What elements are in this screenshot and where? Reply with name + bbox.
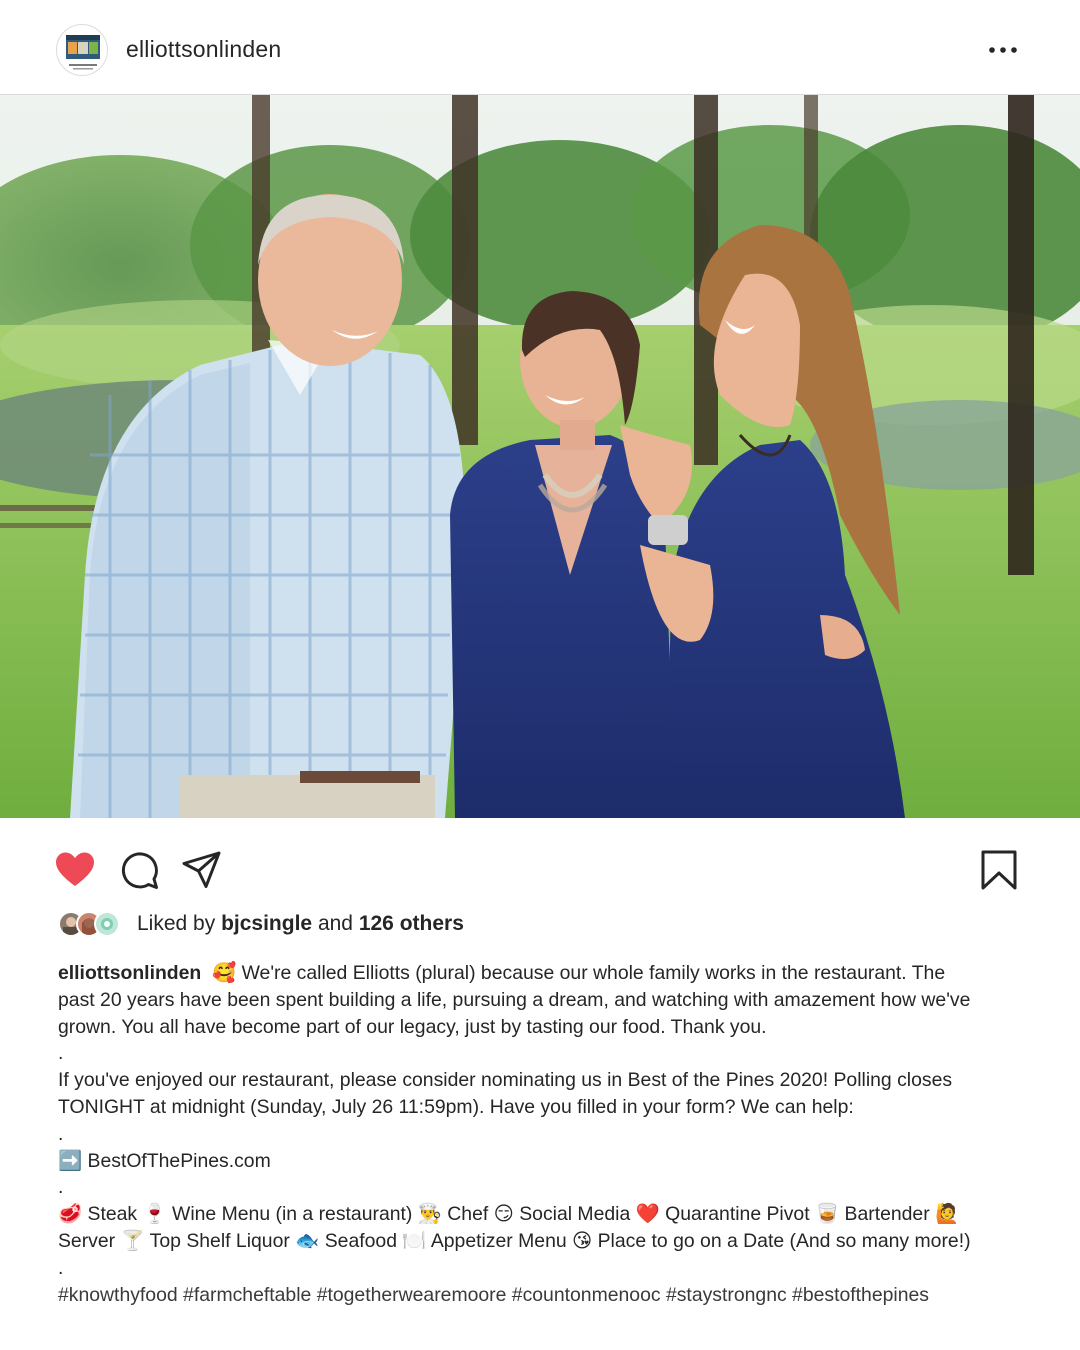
save-button[interactable]: [977, 848, 1021, 892]
more-options-icon[interactable]: [984, 30, 1024, 70]
profile-avatar[interactable]: [56, 24, 108, 76]
likes-summary: Liked by bjcsingle and 126 others: [58, 908, 958, 940]
post-photo[interactable]: [0, 95, 1080, 818]
likes-count[interactable]: 126 others: [359, 912, 464, 935]
likes-prefix: Liked by: [137, 912, 216, 935]
share-button[interactable]: [180, 848, 224, 892]
like-button[interactable]: [53, 848, 97, 892]
caption-line: If you've enjoyed our restaurant, please…: [58, 1069, 953, 1092]
caption-line: 🥩 Steak 🍷 Wine Menu (in a restaurant) 👨‍…: [58, 1203, 960, 1226]
caption-line: TONIGHT at midnight (Sunday, July 26 11:…: [58, 1095, 854, 1118]
header-username[interactable]: elliottsonlinden: [126, 36, 281, 63]
bookmark-icon: [981, 850, 1017, 890]
caption-line: .: [58, 1176, 64, 1199]
likes-user[interactable]: bjcsingle: [221, 912, 312, 935]
post-header: elliottsonlinden: [0, 0, 1080, 95]
avatar-logo-icon: [58, 26, 107, 75]
likes-text[interactable]: Liked by bjcsingle and 126 others: [137, 912, 464, 936]
post-caption: elliottsonlinden 🥰 We're called Elliotts…: [58, 960, 1028, 1308]
comment-icon: [121, 852, 158, 889]
heart-icon: [56, 852, 94, 886]
liker-avatar[interactable]: [94, 911, 120, 937]
caption-line: .: [58, 1042, 64, 1065]
share-icon: [182, 851, 221, 888]
caption-line: Server 🍸 Top Shelf Liquor 🐟 Seafood 🍽️ A…: [58, 1229, 971, 1252]
comment-button[interactable]: [117, 848, 161, 892]
caption-link[interactable]: ➡️ BestOfThePines.com: [58, 1148, 1028, 1175]
caption-line: past 20 years have been spent building a…: [58, 988, 971, 1011]
family-photo: [0, 95, 1080, 818]
caption-line: .: [58, 1256, 64, 1279]
caption-line: grown. You all have become part of our l…: [58, 1015, 767, 1038]
caption-line: .: [58, 1122, 64, 1145]
likes-and: and: [317, 912, 353, 935]
caption-username[interactable]: elliottsonlinden: [58, 962, 201, 984]
caption-hashtags[interactable]: #knowthyfood #farmcheftable #togetherwea…: [58, 1282, 1028, 1309]
caption-line: 🥰 We're called Elliotts (plural) because…: [212, 962, 946, 984]
